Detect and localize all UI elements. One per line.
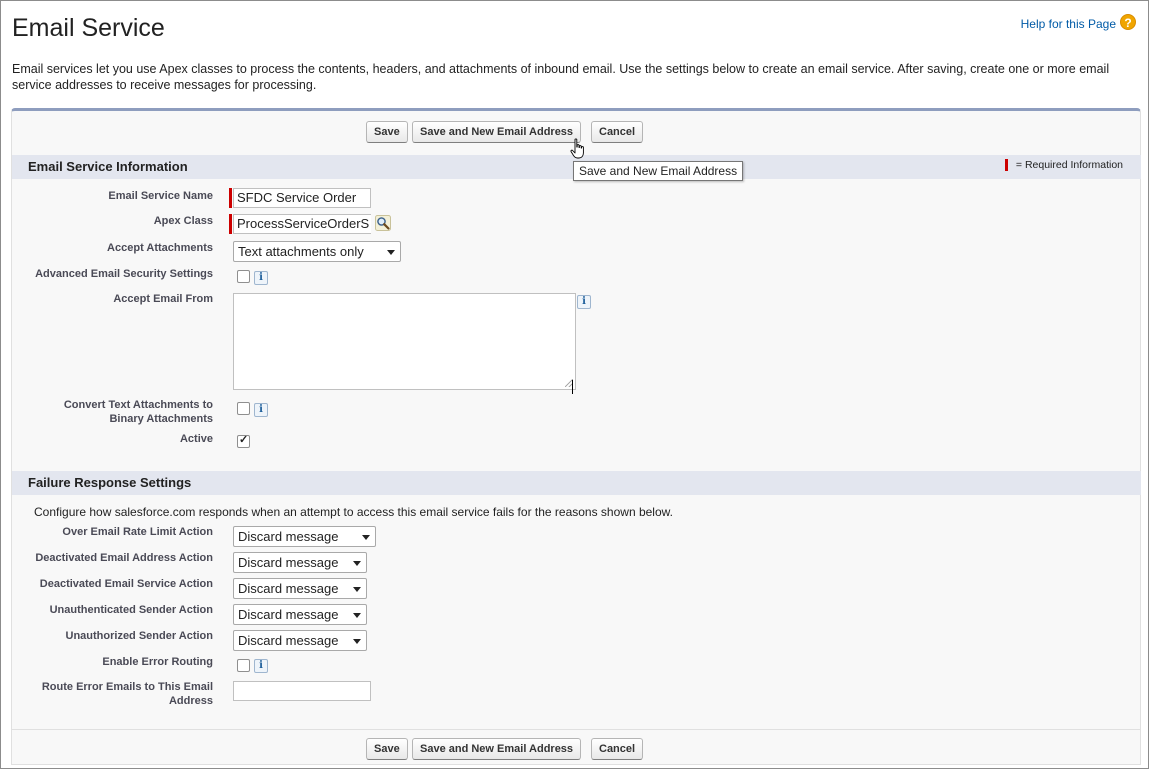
required-marker-icon — [1004, 159, 1008, 171]
route-error-emails-label: Route Error Emails to This Email Address — [41, 681, 213, 707]
bottom-divider — [12, 729, 1140, 730]
unauthenticated-sender-select[interactable]: Discard message — [233, 604, 367, 625]
save-button-top[interactable]: Save — [366, 121, 408, 143]
dropdown-arrow-icon — [387, 250, 395, 255]
enable-error-routing-checkbox[interactable] — [237, 659, 250, 672]
info-icon[interactable]: i — [254, 403, 268, 417]
route-error-emails-input[interactable] — [233, 681, 371, 701]
hand-cursor-icon — [570, 138, 584, 159]
save-button-bottom[interactable]: Save — [366, 738, 408, 760]
section-title: Failure Response Settings — [28, 475, 192, 490]
info-icon[interactable]: i — [254, 659, 268, 673]
info-icon[interactable]: i — [577, 295, 591, 309]
required-legend: = Required Information — [1004, 159, 1123, 171]
over-rate-limit-select[interactable]: Discard message — [233, 526, 376, 547]
active-label: Active — [179, 433, 213, 445]
accept-attachments-select[interactable]: Text attachments only — [233, 241, 401, 262]
apex-class-label: Apex Class — [153, 215, 213, 227]
save-and-new-button-top[interactable]: Save and New Email Address — [412, 121, 582, 143]
advanced-security-checkbox[interactable] — [237, 270, 250, 283]
advanced-security-label: Advanced Email Security Settings — [35, 268, 213, 280]
email-service-name-label: Email Service Name — [108, 190, 213, 202]
accept-attachments-label: Accept Attachments — [107, 242, 213, 254]
over-rate-limit-label: Over Email Rate Limit Action — [62, 526, 213, 538]
accept-email-from-label: Accept Email From — [113, 293, 213, 305]
info-icon[interactable]: i — [254, 271, 268, 285]
apex-class-input[interactable]: ProcessServiceOrderS — [233, 214, 371, 234]
text-caret — [572, 380, 573, 394]
deactivated-address-label: Deactivated Email Address Action — [35, 552, 213, 564]
unauthorized-sender-select[interactable]: Discard message — [233, 630, 367, 651]
active-checkbox[interactable] — [237, 433, 250, 448]
dropdown-arrow-icon — [362, 535, 370, 540]
section-header-failure-response: Failure Response Settings — [12, 471, 1141, 495]
email-service-name-input[interactable]: SFDC Service Order — [233, 188, 371, 208]
button-tooltip: Save and New Email Address — [573, 161, 744, 181]
intro-text: Email services let you use Apex classes … — [12, 62, 1110, 92]
dropdown-arrow-icon — [353, 587, 361, 592]
dropdown-arrow-icon — [353, 639, 361, 644]
cancel-button-bottom[interactable]: Cancel — [591, 738, 644, 760]
page-title: Email Service — [12, 14, 165, 42]
unauthenticated-sender-label: Unauthenticated Sender Action — [49, 604, 213, 616]
dropdown-arrow-icon — [353, 561, 361, 566]
required-marker — [229, 188, 232, 208]
failure-description: Configure how salesforce.com responds wh… — [34, 505, 673, 519]
help-link[interactable]: Help for this Page — [1021, 17, 1116, 31]
cancel-button-top[interactable]: Cancel — [591, 121, 644, 143]
required-marker — [229, 214, 232, 234]
section-title: Email Service Information — [28, 159, 188, 174]
unauthorized-sender-label: Unauthorized Sender Action — [65, 630, 214, 642]
deactivated-service-label: Deactivated Email Service Action — [39, 578, 213, 590]
enable-error-routing-label: Enable Error Routing — [102, 656, 213, 668]
accept-email-from-textarea[interactable] — [233, 293, 576, 390]
lookup-icon[interactable] — [375, 215, 391, 231]
convert-attachments-label: Convert Text Attachments to Binary Attac… — [63, 399, 213, 425]
convert-attachments-checkbox[interactable] — [237, 402, 250, 415]
deactivated-address-select[interactable]: Discard message — [233, 552, 367, 573]
save-and-new-button-bottom[interactable]: Save and New Email Address — [412, 738, 582, 760]
deactivated-service-select[interactable]: Discard message — [233, 578, 367, 599]
help-question-icon[interactable]: ? — [1120, 14, 1136, 30]
dropdown-arrow-icon — [353, 613, 361, 618]
